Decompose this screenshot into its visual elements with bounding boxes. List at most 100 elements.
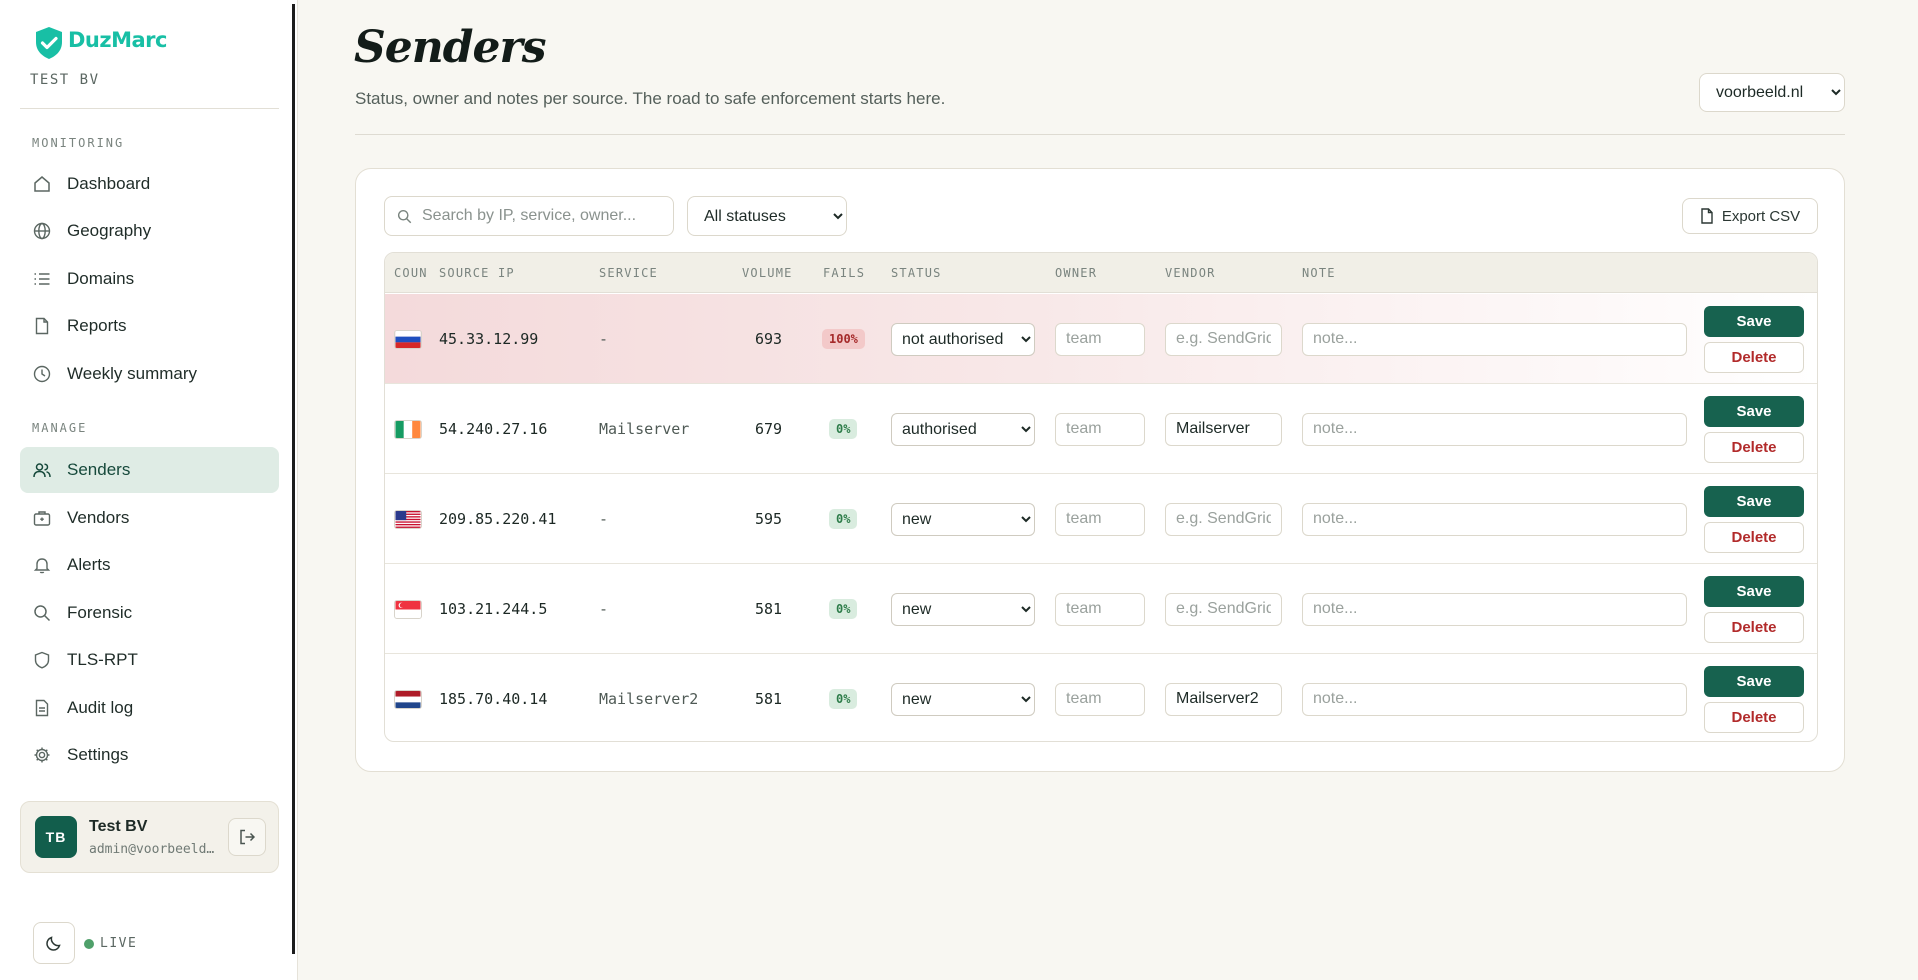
sidebar-item-label: Settings [67, 745, 129, 764]
column-header-source-ip[interactable]: SOURCE IP [439, 266, 515, 280]
vendor-input[interactable] [1165, 682, 1282, 716]
sidebar-item-weekly-summary[interactable]: Weekly summary [20, 351, 279, 397]
fails-badge: 0% [829, 689, 858, 709]
column-header-country[interactable]: COUNTRY [394, 266, 427, 280]
sidebar-item-label: Dashboard [67, 174, 151, 193]
note-input[interactable] [1302, 502, 1687, 536]
sidebar-item-label: Domains [67, 269, 135, 288]
list-icon [33, 270, 51, 288]
sidebar-item-senders[interactable]: Senders [20, 447, 279, 493]
owner-input[interactable] [1055, 592, 1145, 626]
sidebar-item-alerts[interactable]: Alerts [20, 542, 279, 588]
status-select[interactable]: authorised [891, 412, 1035, 446]
source-ip: 185.70.40.14 [439, 690, 548, 708]
briefcase-icon [33, 509, 51, 527]
source-ip: 45.33.12.99 [439, 330, 539, 348]
service: Mailserver [599, 420, 690, 438]
save-button[interactable]: Save [1704, 575, 1804, 607]
home-icon [33, 175, 51, 193]
volume: 581 [755, 690, 783, 708]
vendor-input[interactable] [1165, 592, 1282, 626]
note-input[interactable] [1302, 592, 1687, 626]
delete-button[interactable]: Delete [1704, 521, 1804, 553]
sidebar-item-settings[interactable]: Settings [20, 732, 279, 778]
sidebar-item-reports[interactable]: Reports [20, 303, 279, 349]
moon-icon [46, 936, 61, 951]
status-select[interactable]: new [891, 682, 1035, 716]
column-header-service[interactable]: SERVICE [599, 266, 658, 280]
note-input[interactable] [1302, 322, 1687, 356]
file-icon [1701, 208, 1713, 224]
shield-icon [33, 651, 51, 669]
header-divider [355, 134, 1845, 135]
sidebar-item-domains[interactable]: Domains [20, 256, 279, 302]
status-select[interactable]: not authorised [891, 322, 1035, 356]
delete-button[interactable]: Delete [1704, 431, 1804, 463]
note-input[interactable] [1302, 412, 1687, 446]
table-header: COUNTRY SOURCE IP SERVICE VOLUME FAILS S… [385, 253, 1817, 293]
sidebar-item-tls-rpt[interactable]: TLS-RPT [20, 637, 279, 683]
document-icon [33, 699, 51, 717]
page-title: Senders [354, 22, 546, 73]
clock-icon [33, 365, 51, 383]
table-row: 45.33.12.99 - 693 100% not authorised Sa… [385, 294, 1817, 384]
country-cell [394, 654, 422, 741]
live-label: LIVE [100, 936, 138, 951]
save-button[interactable]: Save [1704, 395, 1804, 427]
column-header-vendor[interactable]: VENDOR [1165, 266, 1216, 280]
owner-input[interactable] [1055, 502, 1145, 536]
vendor-input[interactable] [1165, 412, 1282, 446]
org-name: TEST BV [30, 72, 100, 88]
save-button[interactable]: Save [1704, 305, 1804, 337]
volume: 693 [755, 330, 783, 348]
vendor-input[interactable] [1165, 322, 1282, 356]
sidebar-item-vendors[interactable]: Vendors [20, 495, 279, 541]
status-select[interactable]: new [891, 502, 1035, 536]
column-header-volume[interactable]: VOLUME [742, 266, 793, 280]
sidebar-item-label: TLS-RPT [67, 650, 138, 669]
sidebar-item-label: Reports [67, 316, 127, 335]
column-header-status[interactable]: STATUS [891, 266, 942, 280]
status-filter-select[interactable]: All statuses [687, 196, 847, 236]
divider [20, 108, 279, 109]
delete-button[interactable]: Delete [1704, 341, 1804, 373]
save-button[interactable]: Save [1704, 485, 1804, 517]
fails-badge: 0% [829, 509, 858, 529]
country-cell [394, 294, 422, 384]
owner-input[interactable] [1055, 412, 1145, 446]
user-email: admin@voorbeeld.nl [89, 842, 221, 857]
status-select[interactable]: new [891, 592, 1035, 626]
theme-toggle-button[interactable] [33, 922, 75, 964]
column-header-note[interactable]: NOTE [1302, 266, 1336, 280]
owner-input[interactable] [1055, 322, 1145, 356]
logo[interactable]: DuzMarc [34, 26, 167, 60]
logout-button[interactable] [228, 818, 266, 856]
page-subtitle: Status, owner and notes per source. The … [355, 89, 946, 108]
search-box[interactable] [384, 196, 674, 236]
sidebar-item-label: Geography [67, 221, 152, 240]
export-csv-button[interactable]: Export CSV [1682, 198, 1818, 234]
sidebar-item-dashboard[interactable]: Dashboard [20, 161, 279, 207]
volume: 581 [755, 600, 783, 618]
note-input[interactable] [1302, 682, 1687, 716]
column-header-fails[interactable]: FAILS [823, 266, 865, 280]
delete-button[interactable]: Delete [1704, 611, 1804, 643]
sidebar-item-audit-log[interactable]: Audit log [20, 685, 279, 731]
fails-badge: 0% [829, 599, 858, 619]
save-button[interactable]: Save [1704, 665, 1804, 697]
column-header-owner[interactable]: OWNER [1055, 266, 1097, 280]
sidebar-item-geography[interactable]: Geography [20, 208, 279, 254]
sidebar-item-label: Weekly summary [67, 364, 198, 383]
export-csv-label: Export CSV [1721, 207, 1801, 225]
search-icon [397, 209, 412, 223]
logo-name: DuzMarc [68, 28, 167, 52]
sidebar-item-forensic[interactable]: Forensic [20, 590, 279, 636]
senders-card: All statuses Export CSV COUNTRY SOURCE I… [355, 168, 1845, 772]
vendor-input[interactable] [1165, 502, 1282, 536]
user-name: Test BV [89, 818, 148, 835]
owner-input[interactable] [1055, 682, 1145, 716]
delete-button[interactable]: Delete [1704, 701, 1804, 733]
domain-select[interactable]: voorbeeld.nl [1699, 73, 1845, 112]
table-row: 103.21.244.5 - 581 0% new Save Delete [385, 564, 1817, 654]
search-input[interactable] [422, 207, 662, 225]
